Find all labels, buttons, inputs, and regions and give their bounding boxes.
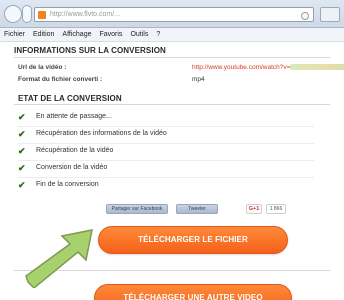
status-step: ✔ En attente de passage... [18, 112, 328, 127]
status-step-label: Récupération des informations de la vidé… [36, 130, 167, 137]
status-step: ✔ Conversion de la vidéo [18, 163, 328, 178]
format-value: mp4 [192, 76, 205, 83]
divider [18, 177, 314, 178]
check-icon: ✔ [18, 163, 26, 173]
tweet-button[interactable]: Tweeter [176, 204, 218, 214]
status-step-label: Fin de la conversion [36, 181, 99, 188]
status-title: ETAT DE LA CONVERSION [18, 94, 122, 103]
url-value-text: http://www.youtube.com/watch?v= [192, 64, 291, 71]
format-label: Format du fichier converti : [18, 76, 103, 83]
status-step: ✔ Récupération de la vidéo [18, 146, 328, 161]
url-label: Url de la vidéo : [18, 64, 67, 71]
facebook-share-button[interactable]: Partager sur Facebook [106, 204, 168, 214]
menu-bar: Fichier Edition Affichage Favoris Outils? [0, 28, 344, 42]
divider [14, 57, 330, 58]
download-another-video-button[interactable]: TÉLÉCHARGER UNE AUTRE VIDEO [94, 284, 292, 300]
menu-help[interactable]: ? [152, 28, 164, 42]
back-button[interactable] [4, 5, 22, 23]
check-icon: ✔ [18, 146, 26, 156]
divider [18, 160, 314, 161]
pointer-arrow-icon [25, 229, 93, 288]
divider [18, 126, 314, 127]
url-input[interactable]: http://www.flvto.com/... [34, 7, 314, 22]
status-step-label: En attente de passage... [36, 113, 112, 120]
info-title: INFORMATIONS SUR LA CONVERSION [14, 46, 166, 55]
url-text: http://www.flvto.com/... [50, 11, 121, 18]
status-step-label: Conversion de la vidéo [36, 164, 108, 171]
check-icon: ✔ [18, 180, 26, 190]
download-file-button[interactable]: TÉLÉCHARGER LE FICHIER [98, 226, 288, 254]
check-icon: ✔ [18, 129, 26, 139]
google-plus-count: 1 866 [266, 204, 286, 214]
status-step: ✔ Fin de la conversion [18, 180, 328, 192]
google-plus-button[interactable]: G+1 [246, 204, 262, 214]
search-box[interactable] [320, 7, 340, 22]
check-icon: ✔ [18, 112, 26, 122]
site-favicon-icon [38, 11, 46, 19]
browser-address-bar: http://www.flvto.com/... [0, 0, 344, 28]
forward-button[interactable] [22, 5, 32, 23]
divider [14, 104, 330, 105]
menu-tools[interactable]: Outils [126, 28, 152, 42]
menu-file[interactable]: Fichier [0, 28, 29, 42]
status-step-label: Récupération de la vidéo [36, 147, 114, 154]
status-step: ✔ Récupération des informations de la vi… [18, 129, 328, 144]
blurred-id [290, 64, 344, 71]
refresh-icon[interactable] [301, 12, 309, 20]
divider [18, 143, 314, 144]
menu-view[interactable]: Affichage [58, 28, 95, 42]
url-value[interactable]: http://www.youtube.com/watch?v= [192, 64, 344, 71]
menu-edit[interactable]: Edition [29, 28, 58, 42]
menu-favorites[interactable]: Favoris [95, 28, 126, 42]
